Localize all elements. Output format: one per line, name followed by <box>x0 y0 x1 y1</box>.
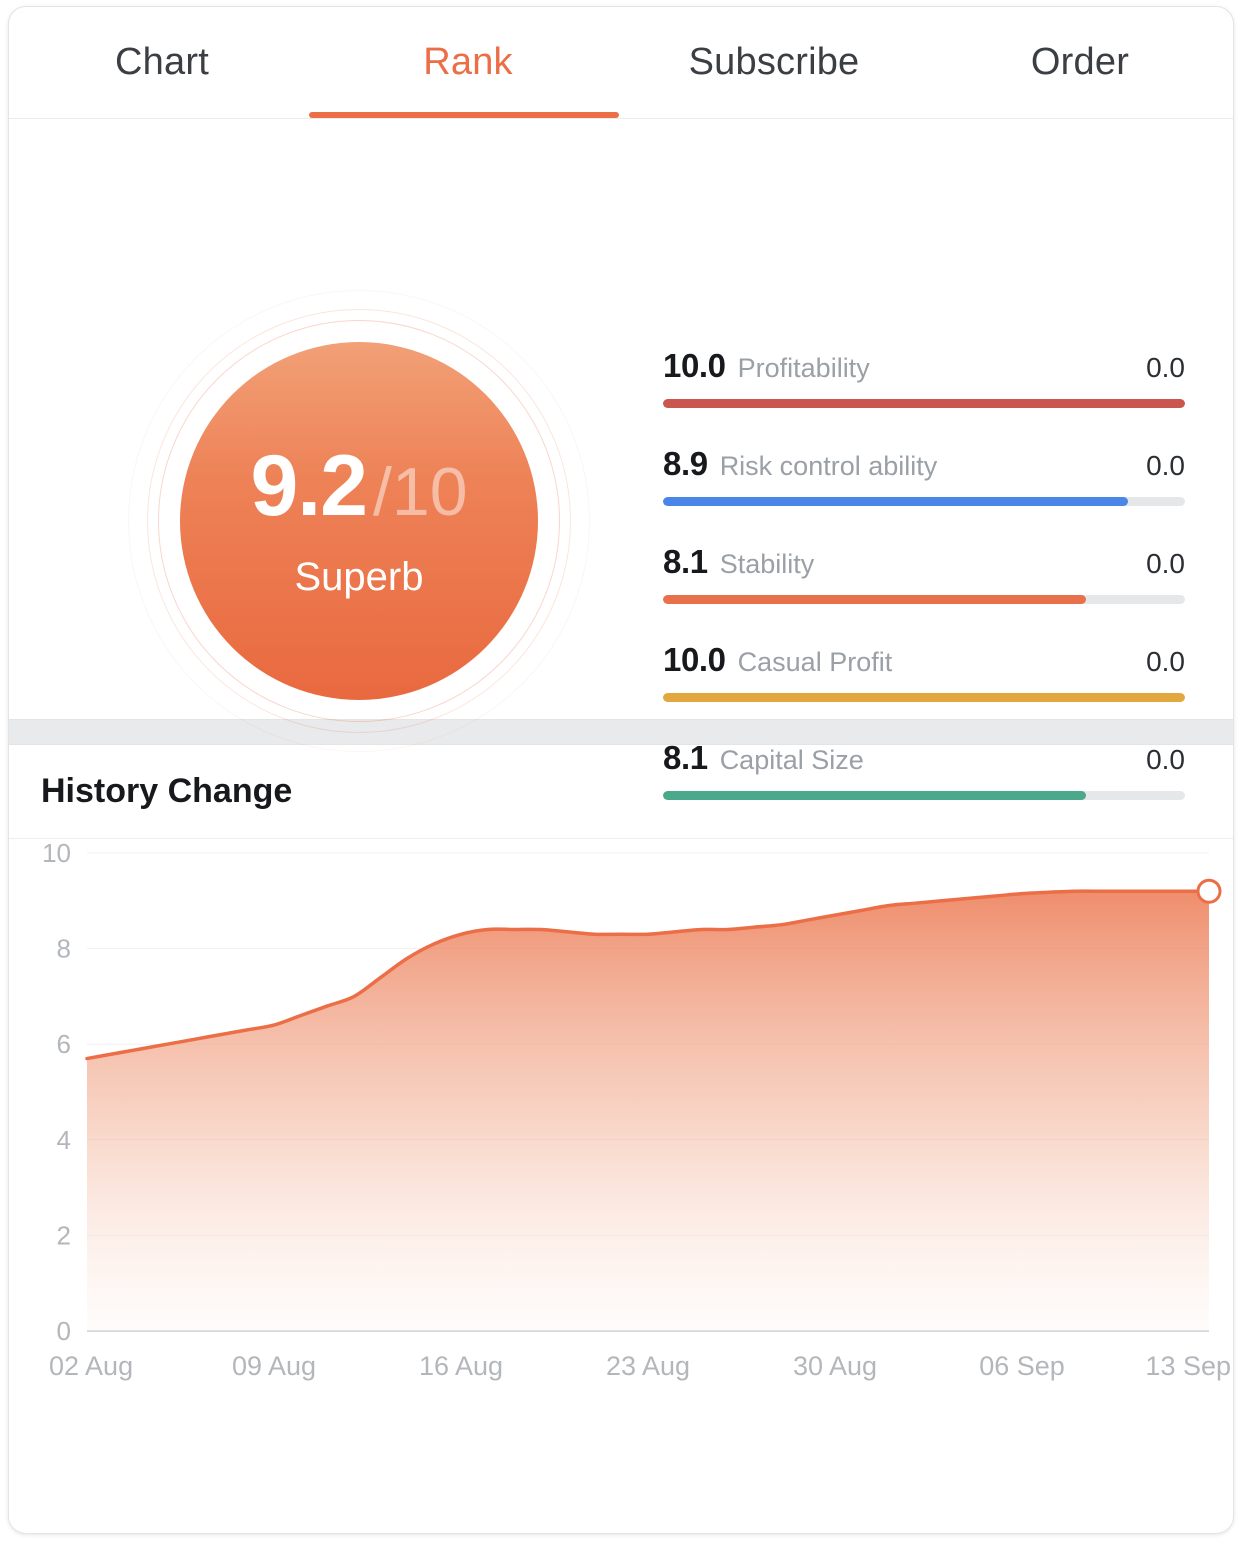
metric-bar-fill <box>663 595 1086 604</box>
metric-score: 8.9 <box>663 445 708 482</box>
gauge-disc: 9.2 /10 Superb <box>180 342 538 700</box>
metric-score: 10.0 <box>663 641 726 678</box>
metric-row-capital-size: 8.1 Capital Size 0.0 <box>663 739 1185 800</box>
rank-card: Chart Rank Subscribe Order 9.2 /10 Super… <box>8 6 1234 1534</box>
metric-right-value: 0.0 <box>1146 450 1185 481</box>
metric-head: 8.9 Risk control ability 0.0 <box>663 445 1185 489</box>
history-title: History Change <box>41 772 293 810</box>
tab-rank-label: Rank <box>423 41 513 83</box>
svg-text:2: 2 <box>57 1220 71 1250</box>
gauge-score-max: /10 <box>373 453 468 530</box>
metric-bar-track <box>663 693 1185 702</box>
tab-order[interactable]: Order <box>927 7 1233 118</box>
metric-right-value: 0.0 <box>1146 646 1185 677</box>
metric-name: Risk control ability <box>719 451 938 481</box>
svg-text:6: 6 <box>57 1029 71 1059</box>
svg-text:8: 8 <box>57 934 71 964</box>
svg-text:06 Sep: 06 Sep <box>979 1351 1065 1381</box>
metric-name: Profitability <box>737 353 870 383</box>
gauge-score-label: Superb <box>294 554 424 599</box>
metric-head: 8.1 Stability 0.0 <box>663 543 1185 587</box>
svg-text:10: 10 <box>42 839 71 868</box>
svg-text:16 Aug: 16 Aug <box>419 1351 503 1381</box>
metric-bar-track <box>663 497 1185 506</box>
active-tab-indicator <box>309 112 619 118</box>
svg-text:0: 0 <box>57 1316 71 1346</box>
metric-row-risk-control-ability: 8.9 Risk control ability 0.0 <box>663 445 1185 506</box>
rank-panel: 9.2 /10 Superb 10.0 Profitability 0.0 8.… <box>9 119 1233 800</box>
metric-name: Casual Profit <box>737 647 893 677</box>
metric-name: Stability <box>719 549 815 579</box>
metric-row-casual-profit: 10.0 Casual Profit 0.0 <box>663 641 1185 702</box>
metric-right-value: 0.0 <box>1146 352 1185 383</box>
metric-bar-fill <box>663 497 1128 506</box>
svg-text:4: 4 <box>57 1125 71 1155</box>
gauge-score-value: 9.2 <box>250 437 368 534</box>
svg-text:09 Aug: 09 Aug <box>232 1351 316 1381</box>
metric-bar-fill <box>663 791 1086 800</box>
metric-right-value: 0.0 <box>1146 548 1185 579</box>
tab-rank[interactable]: Rank <box>315 7 621 118</box>
history-chart: 0 2 4 6 8 10 02 Aug 09 Aug 16 Aug 23 Aug 30 Aug 06 … <box>9 839 1233 1533</box>
metric-score: 10.0 <box>663 347 726 384</box>
metric-head: 8.1 Capital Size 0.0 <box>663 739 1185 783</box>
tab-chart-label: Chart <box>115 41 209 83</box>
metric-list: 10.0 Profitability 0.0 8.9 Risk control … <box>663 347 1185 800</box>
metric-bar-track <box>663 399 1185 408</box>
metric-head: 10.0 Casual Profit 0.0 <box>663 641 1185 685</box>
metric-row-stability: 8.1 Stability 0.0 <box>663 543 1185 604</box>
metric-bar-fill <box>663 399 1185 408</box>
tab-order-label: Order <box>1030 41 1130 83</box>
metric-bar-track <box>663 791 1185 800</box>
tab-bar: Chart Rank Subscribe Order <box>9 7 1233 119</box>
svg-text:13 Sep: 13 Sep <box>1145 1351 1231 1381</box>
metric-bar-fill <box>663 693 1185 702</box>
metric-right-value: 0.0 <box>1146 744 1185 775</box>
gauge-score-line: 9.2 /10 <box>250 443 467 529</box>
tab-subscribe-label: Subscribe <box>688 41 860 83</box>
history-chart-svg: 0 2 4 6 8 10 02 Aug 09 Aug 16 Aug 23 Aug 30 Aug 06 … <box>42 839 1231 1381</box>
tab-chart[interactable]: Chart <box>9 7 315 118</box>
score-gauge: 9.2 /10 Superb <box>117 290 601 752</box>
metric-row-profitability: 10.0 Profitability 0.0 <box>663 347 1185 408</box>
metric-bar-track <box>663 595 1185 604</box>
metric-head: 10.0 Profitability 0.0 <box>663 347 1185 391</box>
metric-score: 8.1 <box>663 739 708 776</box>
metric-name: Capital Size <box>719 745 864 775</box>
svg-text:02 Aug: 02 Aug <box>49 1351 133 1381</box>
metric-score: 8.1 <box>663 543 708 580</box>
svg-text:23 Aug: 23 Aug <box>606 1351 690 1381</box>
svg-text:30 Aug: 30 Aug <box>793 1351 877 1381</box>
tab-subscribe[interactable]: Subscribe <box>621 7 927 118</box>
